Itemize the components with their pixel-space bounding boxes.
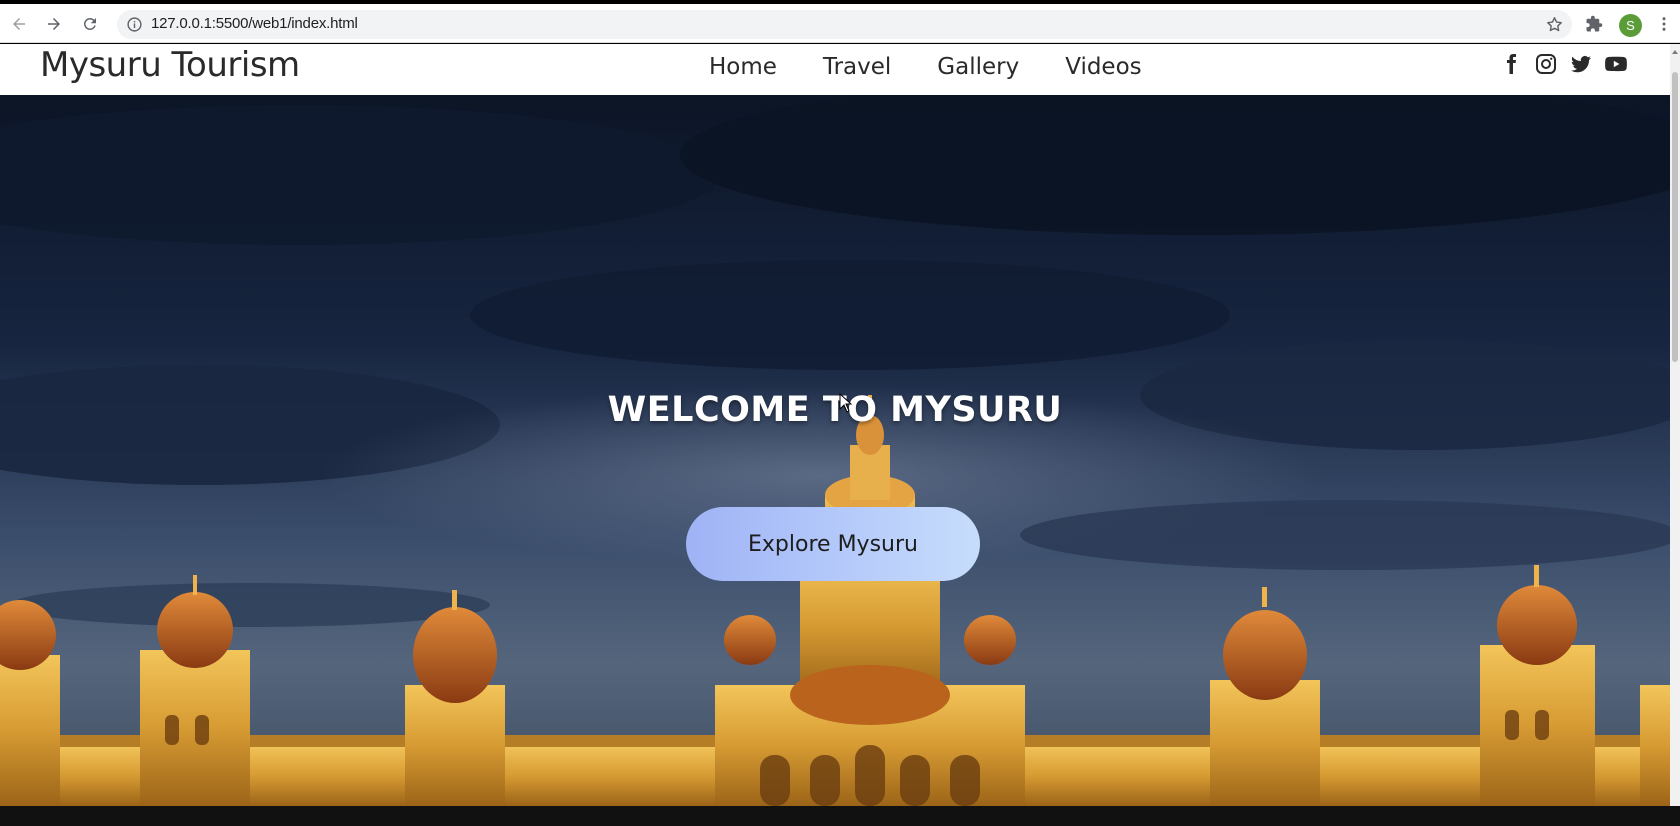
screen: 127.0.0.1:5500/web1/index.html S Mysuru … xyxy=(0,0,1680,826)
palace-night-background xyxy=(0,95,1670,806)
scroll-up-arrow[interactable] xyxy=(1672,50,1678,54)
profile-initial: S xyxy=(1626,18,1635,33)
main-nav: Home Travel Gallery Videos xyxy=(709,54,1188,80)
social-links xyxy=(1496,49,1636,79)
nav-travel[interactable]: Travel xyxy=(823,54,891,80)
info-icon[interactable] xyxy=(126,16,143,33)
hero-section: WELCOME TO MYSURU Explore Mysuru xyxy=(0,95,1670,806)
hero-title: WELCOME TO MYSURU xyxy=(607,390,1063,430)
profile-avatar[interactable]: S xyxy=(1619,14,1642,37)
mouse-cursor-icon xyxy=(839,393,853,413)
address-bar[interactable]: 127.0.0.1:5500/web1/index.html xyxy=(117,10,1572,39)
browser-toolbar: 127.0.0.1:5500/web1/index.html S xyxy=(0,4,1680,43)
explore-mysuru-button[interactable]: Explore Mysuru xyxy=(686,507,980,581)
back-button[interactable] xyxy=(5,10,33,38)
nav-videos[interactable]: Videos xyxy=(1065,54,1141,80)
nav-home[interactable]: Home xyxy=(709,54,777,80)
extensions-button[interactable] xyxy=(1580,10,1608,38)
bookmark-star-icon[interactable] xyxy=(1545,15,1564,34)
site-brand[interactable]: Mysuru Tourism xyxy=(40,45,300,85)
arrow-right-icon xyxy=(48,18,60,30)
page-scrollbar[interactable] xyxy=(1670,44,1680,806)
kebab-menu-icon xyxy=(1662,17,1666,31)
site-header: Mysuru Tourism Home Travel Gallery Video… xyxy=(0,44,1670,95)
instagram-icon xyxy=(1536,54,1556,74)
bottom-bezel xyxy=(0,806,1680,826)
facebook-link[interactable] xyxy=(1496,49,1526,79)
nav-gallery[interactable]: Gallery xyxy=(937,54,1019,80)
reload-icon xyxy=(83,17,96,30)
url-text[interactable]: 127.0.0.1:5500/web1/index.html xyxy=(151,15,358,32)
youtube-icon xyxy=(1605,56,1627,72)
facebook-icon xyxy=(1507,54,1516,74)
youtube-link[interactable] xyxy=(1601,49,1631,79)
twitter-icon xyxy=(1571,55,1591,73)
instagram-link[interactable] xyxy=(1531,49,1561,79)
browser-menu-button[interactable] xyxy=(1650,10,1678,38)
arrow-left-icon xyxy=(13,18,25,30)
page-viewport: Mysuru Tourism Home Travel Gallery Video… xyxy=(0,44,1670,806)
reload-button[interactable] xyxy=(76,10,104,38)
forward-button[interactable] xyxy=(40,10,68,38)
scroll-thumb[interactable] xyxy=(1672,72,1678,362)
puzzle-icon xyxy=(1586,15,1603,32)
twitter-link[interactable] xyxy=(1566,49,1596,79)
